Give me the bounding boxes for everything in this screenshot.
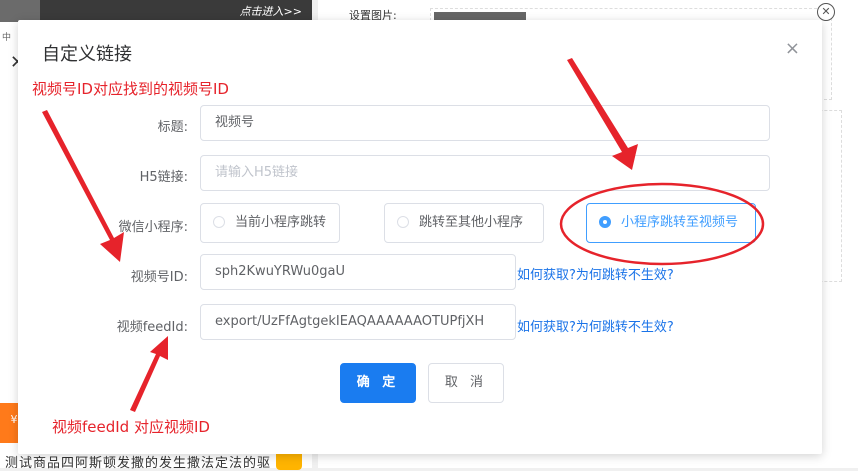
radio-other-mini-program[interactable]: 跳转至其他小程序 — [384, 203, 544, 243]
radio-label: 跳转至其他小程序 — [419, 215, 524, 230]
background-banner: 点击进入>> — [0, 0, 312, 22]
radio-current-mini-program[interactable]: 当前小程序跳转 — [200, 203, 340, 243]
banner-link[interactable]: 点击进入>> — [240, 3, 302, 19]
title-input[interactable]: 视频号 — [200, 105, 770, 141]
cancel-button[interactable]: 取 消 — [428, 363, 504, 403]
radio-channels-video[interactable]: 小程序跳转至视频号 — [586, 203, 756, 243]
background-status-text: 中 — [2, 33, 12, 43]
channel-id-help-link[interactable]: 如何获取?为何跳转不生效? — [517, 264, 674, 283]
radio-checked-icon — [599, 215, 611, 228]
background-close-circle-icon[interactable]: ✕ — [817, 3, 835, 21]
mini-program-label: 微信小程序: — [118, 220, 188, 235]
radio-circle-icon — [213, 215, 225, 228]
feed-id-label: 视频feedId: — [116, 320, 188, 335]
dialog-title: 自定义链接 — [42, 44, 132, 65]
confirm-button[interactable]: 确 定 — [340, 363, 416, 403]
annotation-feed-id: 视频feedId 对应视频ID — [52, 418, 210, 436]
background-product-title: 测试商品四阿斯顿发撒的发生撒法定法的驱 — [5, 456, 272, 471]
radio-circle-icon — [397, 215, 409, 228]
channel-id-label: 视频号ID: — [130, 270, 188, 285]
feed-id-input[interactable]: export/UzFfAgtgekIEAQAAAAAAOTUPfjXH — [200, 304, 516, 340]
banner-image — [0, 0, 40, 22]
h5-link-label: H5链接: — [139, 170, 188, 185]
annotation-channel-id: 视频号ID对应找到的视频号ID — [32, 80, 229, 98]
title-label: 标题: — [157, 120, 188, 135]
channel-id-input[interactable]: sph2KwuYRWu0gaU — [200, 254, 516, 290]
dialog-close-icon[interactable]: × — [785, 38, 800, 59]
feed-id-help-link[interactable]: 如何获取?为何跳转不生效? — [517, 316, 674, 335]
h5-link-input[interactable]: 请输入H5链接 — [200, 155, 770, 191]
radio-label: 当前小程序跳转 — [235, 215, 327, 230]
radio-label: 小程序跳转至视频号 — [621, 215, 739, 230]
